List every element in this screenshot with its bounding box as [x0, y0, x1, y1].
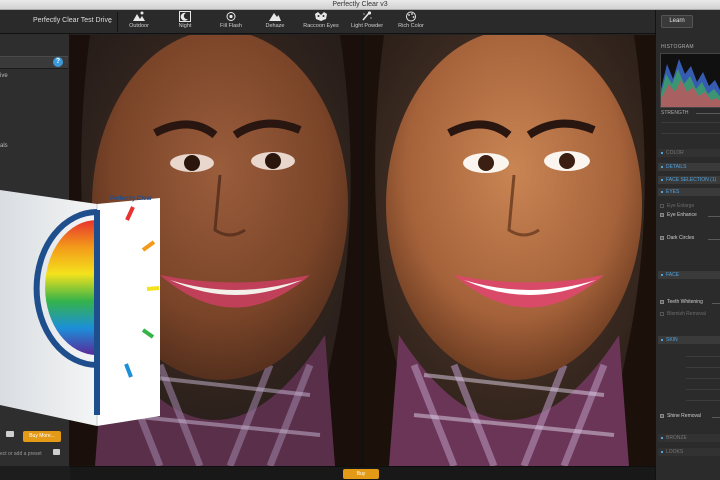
section-color[interactable]: COLOR — [658, 149, 720, 157]
slider-track[interactable] — [661, 122, 720, 123]
slider-track[interactable] — [686, 389, 720, 390]
option-shine-removal[interactable]: Shine Removal — [660, 413, 701, 419]
adjustments-panel: Learn HISTOGRAM STRENGTH COLOR DETAILS F… — [655, 10, 720, 480]
slider[interactable] — [708, 239, 720, 240]
dehaze-icon — [269, 13, 281, 21]
section-label: FACE — [666, 272, 680, 278]
option-label: Eye Enlarge — [667, 203, 695, 209]
checkbox[interactable] — [660, 311, 664, 316]
option-label: Teeth Whitening — [667, 299, 703, 305]
section-label: EYES — [666, 189, 680, 195]
learn-button[interactable]: Learn — [661, 15, 693, 28]
product-brand-label: Perfectly Clear — [110, 196, 153, 202]
tool-label: Outdoor — [129, 23, 149, 29]
tool-raccoon-eyes[interactable]: Raccoon Eyes — [299, 11, 343, 33]
tool-outdoor[interactable]: Outdoor — [117, 11, 161, 33]
histogram — [660, 53, 720, 108]
slider-track[interactable] — [686, 378, 720, 379]
main-toolbar: Perfectly Clear Test Drive ⌄ Outdoor Nig… — [0, 10, 655, 34]
slider[interactable] — [712, 303, 720, 304]
tool-rich-color[interactable]: Rich Color — [389, 11, 433, 33]
option-blemish-removal[interactable]: Blemish Removal — [660, 311, 706, 317]
sidebar-item-2[interactable]: als — [0, 143, 8, 149]
strength-label: STRENGTH — [661, 110, 689, 116]
option-label: Eye Enhance — [667, 212, 697, 218]
window-title: Perfectly Clear v3 — [332, 1, 388, 8]
strength-slider[interactable] — [696, 113, 720, 114]
tool-label: Light Powder — [350, 23, 384, 29]
histogram-heading: HISTOGRAM — [661, 44, 694, 50]
slider-track[interactable] — [686, 367, 720, 368]
lock-icon — [53, 449, 60, 455]
chevron-down-icon[interactable]: ⌄ — [107, 17, 113, 25]
product-box-image — [0, 190, 160, 426]
histogram-graph — [661, 59, 720, 107]
buy-more-button[interactable]: Buy More... — [23, 431, 61, 442]
slider-track[interactable] — [686, 400, 720, 401]
lock-icon — [6, 431, 14, 437]
section-eyes[interactable]: EYES — [658, 188, 720, 196]
tool-label: Raccoon Eyes — [303, 23, 339, 29]
tool-label: Dehaze — [265, 23, 285, 29]
option-label: Shine Removal — [667, 413, 701, 419]
slider-track[interactable] — [686, 356, 720, 357]
checkbox[interactable] — [660, 299, 664, 304]
section-face-selection[interactable]: FACE SELECTION (1) — [658, 176, 720, 184]
section-details[interactable]: DETAILS — [658, 163, 720, 171]
checkbox[interactable] — [660, 212, 664, 217]
option-dark-circles[interactable]: Dark Circles — [660, 235, 694, 241]
sidebar-item-1[interactable]: ive — [0, 73, 8, 79]
checkbox[interactable] — [660, 413, 664, 418]
raccoon-eyes-icon — [315, 12, 327, 21]
section-label: SKIN — [666, 337, 678, 343]
checkbox[interactable] — [660, 203, 664, 208]
sidebar-footer — [0, 466, 70, 480]
option-eye-enlarge[interactable]: Eye Enlarge — [660, 203, 694, 209]
tool-light-powder[interactable]: Light Powder — [345, 11, 389, 33]
section-label: DETAILS — [666, 164, 687, 170]
title-bar: Perfectly Clear v3 — [0, 0, 720, 10]
section-looks[interactable]: LOOKS — [658, 448, 720, 456]
slider[interactable] — [712, 417, 720, 418]
bottom-bar: Buy — [70, 466, 655, 480]
tool-label: Rich Color — [398, 23, 424, 29]
after-photo — [364, 35, 655, 466]
section-skin[interactable]: SKIN — [658, 336, 720, 344]
section-bronze[interactable]: BRONZE — [658, 434, 720, 442]
tool-fill-flash[interactable]: Fill Flash — [209, 11, 253, 33]
app-window: Perfectly Clear v3 ? ive als Buy More...… — [0, 0, 720, 480]
add-preset-hint: ect or add a preset — [0, 451, 42, 457]
option-eye-enhance[interactable]: Eye Enhance — [660, 212, 697, 218]
preset-name[interactable]: Perfectly Clear Test Drive — [33, 17, 112, 24]
slider-track[interactable] — [661, 133, 720, 134]
section-label: COLOR — [666, 150, 684, 156]
tool-night[interactable]: Night — [163, 11, 207, 33]
light-powder-icon — [362, 11, 372, 21]
tool-dehaze[interactable]: Dehaze — [253, 11, 297, 33]
outdoor-icon — [133, 11, 145, 21]
help-icon[interactable]: ? — [53, 57, 63, 67]
option-label: Blemish Removal — [667, 311, 706, 317]
option-teeth-whitening[interactable]: Teeth Whitening — [660, 299, 703, 305]
section-label: BRONZE — [666, 435, 687, 441]
slider[interactable] — [708, 216, 720, 217]
tool-label: Fill Flash — [219, 23, 242, 29]
checkbox[interactable] — [660, 235, 664, 240]
tool-label: Night — [178, 23, 192, 29]
rich-color-icon — [406, 11, 416, 22]
section-label: FACE SELECTION (1) — [666, 177, 717, 183]
fill-flash-icon — [226, 12, 236, 21]
portrait-after-image — [364, 35, 655, 466]
night-icon — [179, 11, 191, 22]
buy-button[interactable]: Buy — [343, 469, 379, 479]
section-face[interactable]: FACE — [658, 271, 720, 279]
option-label: Dark Circles — [667, 235, 695, 241]
product-box: Perfectly Clear — [0, 190, 160, 426]
section-label: LOOKS — [666, 449, 684, 455]
